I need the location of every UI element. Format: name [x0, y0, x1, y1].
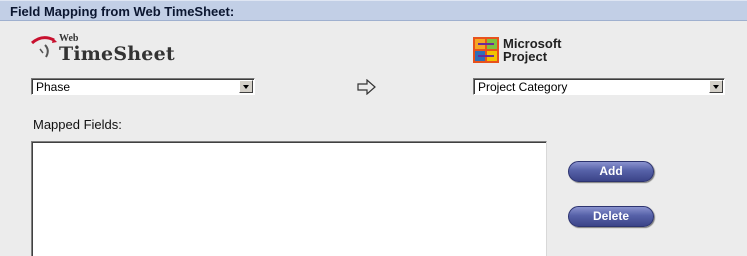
- source-field-select[interactable]: Phase: [31, 78, 255, 95]
- web-timesheet-logo-icon: [30, 36, 57, 58]
- logo-timesheet-text: TimeSheet: [59, 43, 175, 65]
- dropdown-arrow-icon[interactable]: [709, 80, 723, 93]
- microsoft-project-logo-icon: [473, 37, 499, 63]
- target-field-value: Project Category: [478, 80, 568, 94]
- logo-project-text: Project: [503, 49, 548, 64]
- web-timesheet-logo: Web TimeSheet: [30, 30, 190, 65]
- mapped-fields-label: Mapped Fields:: [33, 117, 122, 132]
- mapped-fields-list[interactable]: [31, 141, 547, 256]
- section-title: Field Mapping from Web TimeSheet:: [10, 4, 235, 19]
- add-button[interactable]: Add: [568, 161, 654, 182]
- dropdown-arrow-icon[interactable]: [239, 80, 253, 93]
- source-field-value: Phase: [36, 80, 71, 94]
- microsoft-project-logo: Microsoft Project: [473, 33, 593, 67]
- right-arrow-icon: [357, 79, 376, 95]
- target-field-select[interactable]: Project Category: [473, 78, 725, 95]
- section-header: Field Mapping from Web TimeSheet:: [0, 0, 747, 21]
- delete-button[interactable]: Delete: [568, 206, 654, 227]
